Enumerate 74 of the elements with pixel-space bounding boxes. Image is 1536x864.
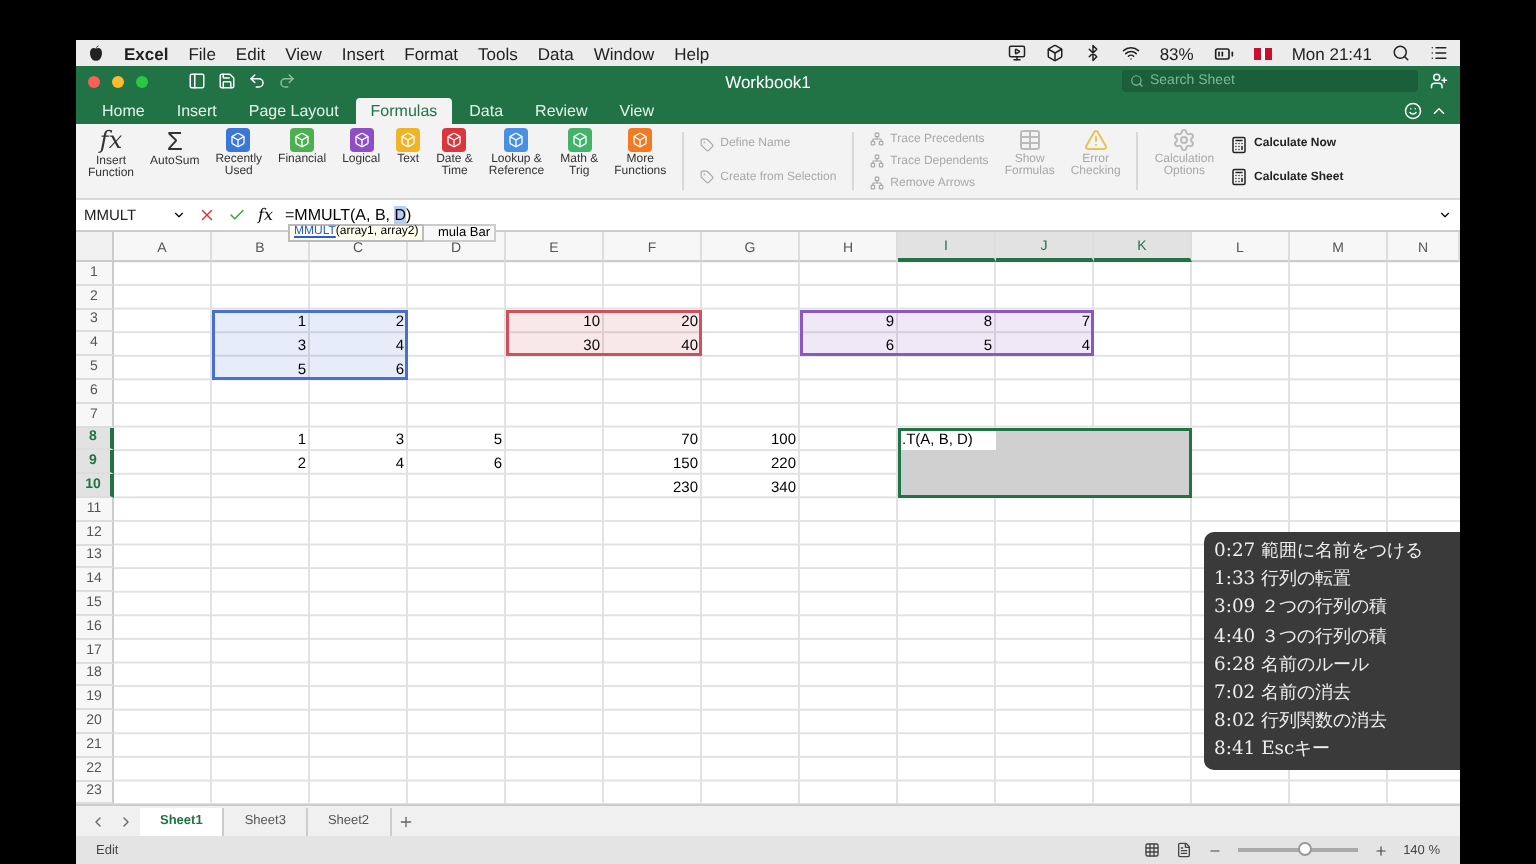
bluetooth-icon [1083, 44, 1102, 62]
zoom-button[interactable] [136, 75, 148, 87]
window-title: Workbook1 [725, 71, 811, 91]
zoom-thumb[interactable] [1297, 842, 1312, 857]
settings-icon [1172, 128, 1197, 152]
battery-icon [1213, 43, 1234, 63]
redo-icon [278, 72, 296, 90]
zoom-in-icon [1373, 843, 1388, 858]
menu-item[interactable]: File [188, 43, 216, 63]
ribbon-tab[interactable]: Insert [162, 98, 231, 124]
expand-icon [1438, 208, 1452, 222]
tag-icon [700, 170, 715, 185]
ribbon-tab[interactable]: View [605, 98, 668, 124]
menu-item[interactable]: Tools [478, 43, 518, 63]
box-icon [1045, 44, 1064, 62]
apple-icon[interactable] [88, 44, 104, 62]
clock: Mon 21:41 [1291, 43, 1372, 63]
calculator-icon [1230, 168, 1249, 187]
chapter-entry[interactable]: 4:40 ３つの行列の積 [1214, 625, 1460, 649]
chapter-entry[interactable]: 6:28 名前のルール [1214, 653, 1460, 677]
cancel-icon[interactable] [198, 206, 216, 224]
menu-item[interactable]: Data [537, 43, 574, 63]
collapse-icon [1430, 102, 1448, 120]
save-icon [218, 72, 236, 90]
formula-icon [1017, 128, 1042, 152]
menu-item[interactable]: Edit [235, 43, 266, 63]
trace-icon [870, 154, 885, 168]
app-menu[interactable]: Excel [124, 43, 169, 63]
menu-item[interactable]: Format [404, 43, 459, 63]
menu-item[interactable]: Window [593, 43, 655, 63]
ribbon-tab[interactable]: Page Layout [234, 98, 353, 124]
calculator-icon [1230, 135, 1249, 154]
previous-sheet-icon[interactable] [90, 813, 106, 830]
tag-icon [700, 137, 715, 152]
page-view-icon [1175, 842, 1192, 859]
add-sheet-icon[interactable] [397, 813, 414, 830]
chapter-entry[interactable]: 8:41 Escキー [1214, 738, 1460, 762]
warning-icon [1083, 128, 1108, 152]
menu-item[interactable]: View [285, 43, 322, 63]
close-button[interactable] [88, 75, 100, 87]
menu-item[interactable]: Insert [341, 43, 385, 63]
add-person-icon [1430, 72, 1448, 90]
battery-percent: 83% [1159, 43, 1194, 63]
chapter-entry[interactable]: 3:09 ２つの行列の積 [1214, 596, 1460, 620]
chapter-entry[interactable]: 7:02 名前の消去 [1214, 681, 1460, 706]
chapter-entry[interactable]: 1:33 行列の転置 [1214, 568, 1460, 592]
ribbon-tab[interactable]: Data [455, 98, 518, 124]
list-icon [1430, 44, 1448, 62]
normal-view-icon [1143, 842, 1160, 859]
wifi-icon [1121, 44, 1140, 62]
smiley-icon [1404, 102, 1422, 120]
formula-field[interactable]: =MMULT(A, B, D) [284, 206, 412, 224]
trace-icon [870, 132, 885, 146]
search-icon [1392, 44, 1410, 62]
flag-icon [1253, 47, 1272, 59]
undo-icon [248, 72, 266, 90]
search-icon [1130, 74, 1144, 88]
chapter-entry[interactable]: 8:02 行列関数の消去 [1214, 710, 1460, 734]
sum-icon: Σ [166, 128, 183, 154]
zoom-slider[interactable] [1237, 848, 1358, 853]
ribbon-tab[interactable]: Review [521, 98, 602, 124]
chapter-entry[interactable]: 0:27 範囲に名前をつける [1214, 540, 1460, 564]
sidebar-icon [188, 72, 206, 90]
function-icon: fx [99, 128, 123, 154]
function-button[interactable]: fx [258, 206, 273, 224]
next-sheet-icon[interactable] [118, 813, 134, 830]
screen-icon [1007, 44, 1026, 62]
menu-item[interactable]: Help [674, 43, 710, 63]
ribbon-tab[interactable]: Home [88, 98, 159, 124]
stepper-icon [172, 208, 186, 222]
trace-icon [870, 176, 885, 190]
minimize-button[interactable] [112, 75, 124, 87]
enter-icon[interactable] [228, 206, 246, 224]
ribbon-tab[interactable]: Formulas [356, 98, 452, 124]
